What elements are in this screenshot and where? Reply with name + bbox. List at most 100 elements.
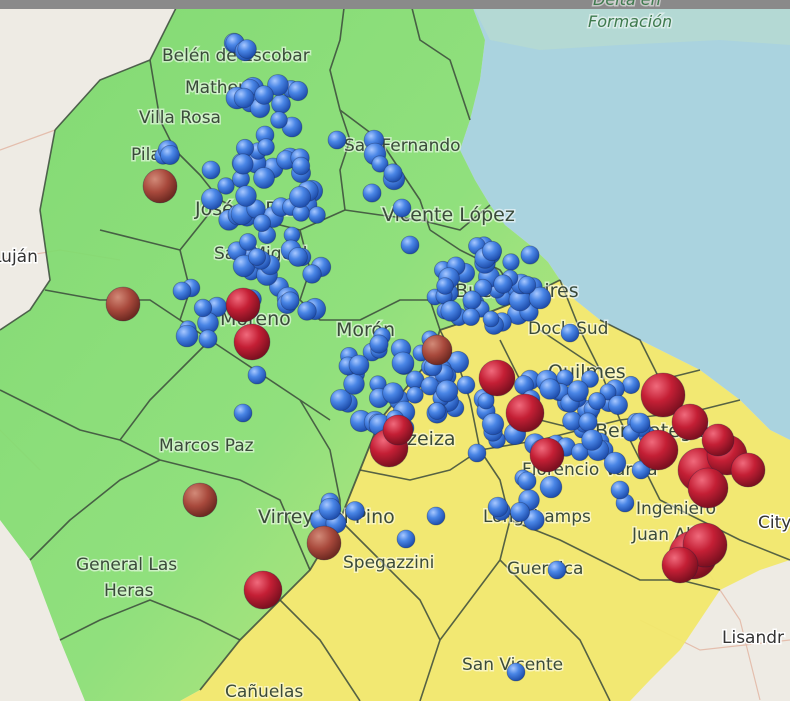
red-marker[interactable] <box>142 168 178 204</box>
blue-marker[interactable] <box>502 253 520 271</box>
blue-marker[interactable] <box>382 382 404 404</box>
blue-marker[interactable] <box>288 247 308 267</box>
blue-marker[interactable] <box>362 183 382 203</box>
blue-marker[interactable] <box>440 300 462 322</box>
blue-marker[interactable] <box>233 403 253 423</box>
red-marker[interactable] <box>730 452 766 488</box>
red-marker[interactable] <box>243 570 283 610</box>
blue-marker[interactable] <box>621 375 641 395</box>
blue-marker[interactable] <box>345 501 365 521</box>
blue-marker[interactable] <box>588 392 606 410</box>
blue-marker[interactable] <box>252 213 271 232</box>
red-marker[interactable] <box>478 359 516 397</box>
blue-marker[interactable] <box>302 264 322 284</box>
blue-marker[interactable] <box>257 138 275 156</box>
blue-marker[interactable] <box>539 475 563 499</box>
red-marker[interactable] <box>529 437 565 473</box>
blue-marker[interactable] <box>253 167 275 189</box>
red-marker[interactable] <box>382 414 414 446</box>
blue-marker[interactable] <box>201 160 221 180</box>
blue-marker[interactable] <box>578 412 598 432</box>
blue-marker[interactable] <box>287 80 309 102</box>
red-marker[interactable] <box>637 429 679 471</box>
blue-marker[interactable] <box>254 85 274 105</box>
blue-marker[interactable] <box>193 298 213 318</box>
blue-marker[interactable] <box>270 111 288 129</box>
blue-marker[interactable] <box>318 497 342 521</box>
blue-marker[interactable] <box>198 329 218 349</box>
blue-marker[interactable] <box>428 402 446 420</box>
blue-marker[interactable] <box>369 334 389 354</box>
blue-marker[interactable] <box>237 39 257 59</box>
blue-marker[interactable] <box>581 429 603 451</box>
red-marker[interactable] <box>661 546 699 584</box>
blue-marker[interactable] <box>247 365 267 385</box>
red-marker[interactable] <box>225 287 261 323</box>
blue-marker[interactable] <box>629 412 651 434</box>
blue-marker[interactable] <box>610 480 630 500</box>
label-delta-2: Formación <box>588 12 672 31</box>
blue-marker[interactable] <box>539 378 561 400</box>
label-spegazzini: Spegazzini <box>343 553 434 573</box>
blue-marker[interactable] <box>435 379 459 403</box>
red-marker[interactable] <box>233 323 271 361</box>
blue-marker[interactable] <box>396 529 416 549</box>
blue-marker[interactable] <box>327 130 347 150</box>
blue-marker[interactable] <box>288 185 311 208</box>
blue-marker[interactable] <box>520 245 540 265</box>
blue-marker[interactable] <box>159 144 180 165</box>
blue-marker[interactable] <box>391 351 415 375</box>
blue-marker[interactable] <box>172 281 192 301</box>
label-guernica: Guernica <box>507 559 583 579</box>
blue-marker[interactable] <box>291 156 311 176</box>
red-marker[interactable] <box>421 334 453 366</box>
red-marker[interactable] <box>306 525 342 561</box>
blue-marker[interactable] <box>233 87 255 109</box>
blue-marker[interactable] <box>517 471 537 491</box>
blue-marker[interactable] <box>467 443 487 463</box>
blue-marker[interactable] <box>280 291 300 311</box>
blue-marker[interactable] <box>509 501 530 522</box>
blue-marker[interactable] <box>426 506 446 526</box>
blue-marker[interactable] <box>608 394 629 415</box>
blue-marker[interactable] <box>487 496 509 518</box>
blue-marker[interactable] <box>462 290 482 310</box>
blue-marker[interactable] <box>343 373 365 395</box>
blue-marker[interactable] <box>461 307 480 326</box>
blue-marker[interactable] <box>400 235 420 255</box>
blue-marker[interactable] <box>348 354 370 376</box>
blue-marker[interactable] <box>232 153 254 175</box>
red-marker[interactable] <box>701 423 735 457</box>
map-view[interactable]: Delta en Formación Belén de Escobar Math… <box>0 0 790 701</box>
blue-marker[interactable] <box>383 163 403 183</box>
red-marker[interactable] <box>105 286 141 322</box>
blue-marker[interactable] <box>392 198 412 218</box>
blue-marker[interactable] <box>547 560 567 580</box>
blue-marker[interactable] <box>481 240 503 262</box>
map-canvas[interactable]: Delta en Formación Belén de Escobar Math… <box>0 0 790 701</box>
blue-marker[interactable] <box>297 301 317 321</box>
blue-marker[interactable] <box>247 247 266 266</box>
blue-marker[interactable] <box>567 380 589 402</box>
blue-marker[interactable] <box>560 323 580 343</box>
blue-marker[interactable] <box>493 274 513 294</box>
red-marker[interactable] <box>687 467 729 509</box>
blue-marker[interactable] <box>175 324 199 348</box>
label-delta-1: Delta en <box>593 0 661 9</box>
label-lisandro: Lisandr <box>722 628 784 648</box>
blue-marker[interactable] <box>436 277 454 295</box>
blue-marker[interactable] <box>481 412 505 436</box>
blue-marker[interactable] <box>235 185 257 207</box>
blue-marker[interactable] <box>517 275 537 295</box>
blue-marker[interactable] <box>308 206 326 224</box>
red-marker[interactable] <box>505 393 545 433</box>
blue-marker[interactable] <box>456 375 476 395</box>
blue-marker[interactable] <box>482 310 500 328</box>
blue-marker[interactable] <box>200 187 223 210</box>
label-general-las-1: General Las <box>76 555 177 575</box>
blue-marker[interactable] <box>406 386 424 404</box>
blue-marker[interactable] <box>239 233 257 251</box>
label-canuelas: Cañuelas <box>225 682 303 701</box>
red-marker[interactable] <box>182 482 218 518</box>
blue-marker[interactable] <box>506 662 526 682</box>
